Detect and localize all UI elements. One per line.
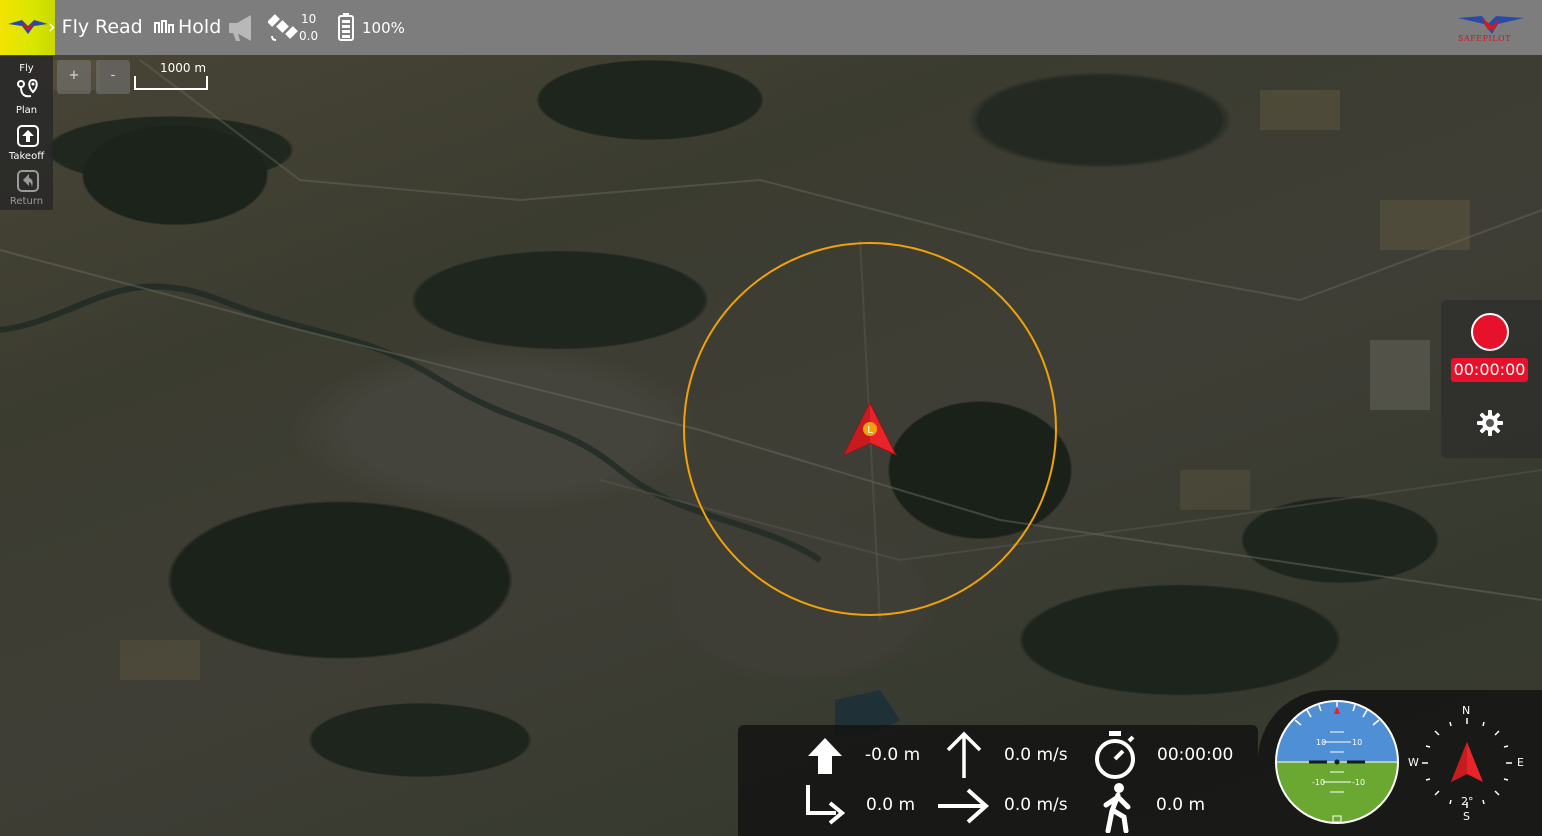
- takeoff-icon: [17, 125, 39, 147]
- tool-takeoff[interactable]: Takeoff: [0, 122, 53, 162]
- home-distance-value: 0.0 m: [866, 795, 915, 815]
- tool-strip: Fly Plan Takeoff Return: [0, 56, 53, 210]
- flight-time-value: 00:00:00: [1157, 745, 1234, 765]
- satellite-count: 10: [301, 12, 317, 26]
- status-label[interactable]: Ready: [95, 16, 141, 38]
- flight-mode-chevron-icon: ›: [48, 16, 56, 38]
- vertical-speed-icon: [946, 731, 982, 778]
- brand-bird-icon: [1458, 16, 1524, 34]
- battery-percent: 100%: [362, 19, 405, 37]
- horizontal-speed-value: 0.0 m/s: [1004, 795, 1068, 815]
- arrow-up-icon: [808, 738, 842, 774]
- tool-return[interactable]: Return: [0, 167, 53, 207]
- home-distance-icon: [806, 785, 846, 825]
- compass-west: W: [1408, 756, 1419, 769]
- vehicle-label: L: [867, 425, 873, 436]
- telemetry-panel: -0.0 m 0.0 m/s 00:00:00 0.0 m 0.0 m/s 0.…: [738, 725, 1258, 836]
- top-toolbar: › Fly Ready Hold 10 0.0 100% SAFEPILOT: [0, 0, 1542, 55]
- pitch-label-left-up: 10: [1316, 738, 1326, 747]
- brand-logo: SAFEPILOT: [1452, 10, 1532, 46]
- brand-text: SAFEPILOT: [1458, 34, 1511, 43]
- record-timer: 00:00:00: [1451, 358, 1528, 382]
- bird-logo-icon: [8, 20, 48, 34]
- tool-plan-label: Plan: [15, 105, 38, 116]
- flight-mode-indicator[interactable]: › Fly: [48, 16, 89, 38]
- battery-icon[interactable]: [337, 12, 355, 42]
- compass-north: N: [1462, 704, 1470, 717]
- vehicle-marker[interactable]: L: [842, 401, 898, 459]
- ground-distance-value: 0.0 m: [1156, 795, 1205, 815]
- horizontal-speed-icon: [938, 788, 990, 824]
- mode-wave-icon: [154, 20, 174, 33]
- heading-value: 2°: [1461, 795, 1474, 808]
- return-icon: [17, 170, 39, 192]
- mode-label[interactable]: Hold: [178, 16, 221, 38]
- tool-takeoff-label: Takeoff: [8, 151, 45, 162]
- walker-icon: [1103, 783, 1131, 833]
- pitch-label-right-down: -10: [1352, 778, 1365, 787]
- pitch-label-left-down: -10: [1312, 778, 1325, 787]
- attitude-indicator[interactable]: 10 10 -10 -10: [1273, 698, 1401, 826]
- app-logo[interactable]: [0, 0, 55, 55]
- plan-icon: [17, 78, 38, 98]
- pitch-label-right-up: 10: [1352, 738, 1362, 747]
- gear-icon[interactable]: [1476, 409, 1504, 437]
- map-scale-label: 1000 m: [160, 61, 207, 75]
- stopwatch-icon: [1095, 731, 1135, 779]
- tool-return-label: Return: [9, 196, 44, 207]
- altitude-value: -0.0 m: [865, 745, 921, 765]
- tool-plan[interactable]: Plan: [0, 76, 53, 116]
- tool-fly-label[interactable]: Fly: [0, 63, 53, 74]
- vertical-speed-value: 0.0 m/s: [1004, 745, 1068, 765]
- record-button[interactable]: [1471, 313, 1509, 351]
- compass[interactable]: N E S W 2°: [1404, 700, 1530, 826]
- map-scale-bar: [134, 76, 208, 90]
- flight-mode-label: Fly: [61, 16, 90, 38]
- hdop-value: 0.0: [299, 29, 319, 43]
- compass-south: S: [1463, 810, 1470, 823]
- megaphone-icon[interactable]: [227, 13, 259, 43]
- compass-east: E: [1517, 756, 1524, 769]
- satellite-icon[interactable]: [268, 12, 298, 42]
- zoom-in-button[interactable]: +: [57, 60, 91, 94]
- zoom-out-button[interactable]: -: [96, 60, 130, 94]
